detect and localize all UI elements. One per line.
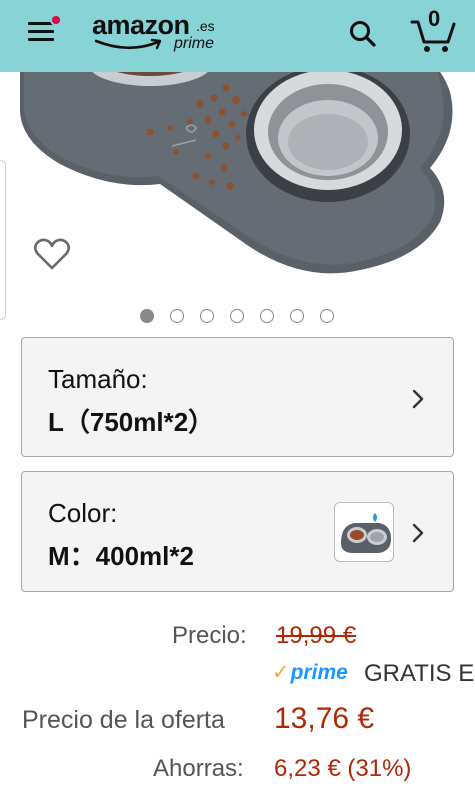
top-nav-bar: amazon .es prime 0 — [0, 0, 475, 72]
savings-label: Ahorras: — [153, 755, 244, 782]
chevron-right-icon — [412, 389, 424, 409]
pagination-dot[interactable] — [230, 309, 244, 323]
pagination-dot[interactable] — [140, 309, 154, 323]
search-icon — [350, 21, 376, 47]
amazon-prime-logo[interactable]: amazon .es prime — [92, 10, 232, 58]
pagination-dot[interactable] — [170, 309, 184, 323]
search-button[interactable] — [344, 16, 382, 54]
menu-button[interactable] — [20, 14, 62, 48]
size-label: Tamaño: — [48, 364, 148, 394]
prime-badge-text: prime — [290, 661, 348, 684]
deal-price: 13,76 € — [274, 702, 375, 735]
logo-tld: .es — [196, 18, 215, 34]
deal-price-label: Precio de la oferta — [22, 706, 225, 734]
hamburger-menu-icon-bar — [28, 38, 54, 41]
list-price: 19,99 € — [276, 622, 357, 649]
chevron-right-icon — [412, 523, 424, 543]
color-swatch-thumbnail[interactable] — [334, 502, 394, 562]
prime-badge[interactable]: ✓prime — [272, 660, 348, 685]
cart-button[interactable]: 0 — [408, 6, 460, 56]
favorite-button[interactable] — [32, 235, 72, 275]
pagination-dot[interactable] — [290, 309, 304, 323]
side-panel-handle[interactable] — [0, 160, 6, 320]
pagination-dot[interactable] — [320, 309, 334, 323]
image-pagination — [140, 309, 340, 323]
size-value: L（750ml*2） — [48, 407, 215, 437]
color-label: Color: — [48, 498, 118, 528]
heart-outline-icon — [33, 238, 71, 270]
savings-amount: 6,23 € (31%) — [274, 755, 412, 782]
smile-arrow-icon — [94, 38, 162, 50]
prime-check-icon: ✓ — [272, 661, 290, 684]
color-selector[interactable]: Color: M：400ml*2 — [21, 471, 454, 592]
size-selector[interactable]: Tamaño: L（750ml*2） — [21, 337, 454, 457]
color-value: M：400ml*2 — [48, 541, 194, 571]
hamburger-menu-icon-bar — [28, 30, 54, 33]
pagination-dot[interactable] — [200, 309, 214, 323]
pagination-dot[interactable] — [260, 309, 274, 323]
swatch-image — [341, 513, 391, 553]
cart-count: 0 — [428, 6, 441, 31]
logo-prime: prime — [174, 35, 215, 52]
notification-dot — [50, 14, 62, 26]
free-shipping-text: GRATIS E — [364, 660, 475, 687]
list-price-label: Precio: — [172, 622, 247, 649]
